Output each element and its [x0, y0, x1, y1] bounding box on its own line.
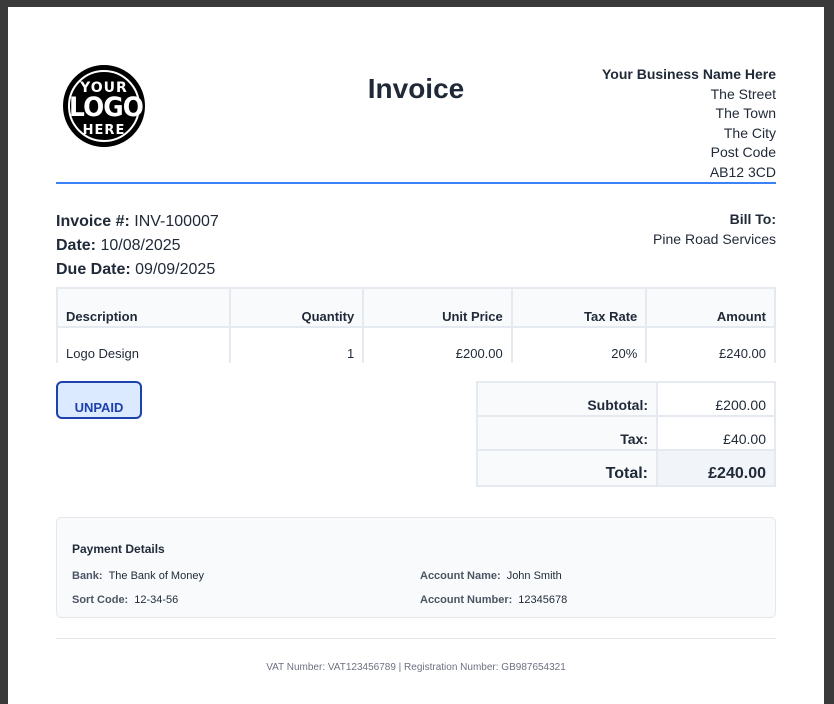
- total-row: Total: £240.00: [476, 449, 776, 487]
- invoice-number-label: Invoice #:: [56, 213, 130, 230]
- business-city: The City: [723, 124, 776, 141]
- total-value: £240.00: [656, 449, 776, 487]
- due-date-label: Due Date:: [56, 261, 131, 278]
- business-street: The Street: [710, 85, 776, 102]
- account-number-value: 12345678: [518, 594, 568, 606]
- subtotal-row: Subtotal: £200.00: [476, 381, 776, 417]
- table-row: Logo Design 1 £200.00 20% £240.00: [56, 326, 776, 363]
- table-header-row: Description Quantity Unit Price Tax Rate…: [56, 287, 776, 328]
- line-items-table: Description Quantity Unit Price Tax Rate…: [56, 287, 776, 363]
- header-tax-rate: Tax Rate: [510, 287, 648, 328]
- subtotal-value: £200.00: [656, 381, 776, 417]
- cell-description: Logo Design: [56, 326, 231, 363]
- bill-to: Bill To: Pine Road Services: [653, 209, 776, 249]
- header-description: Description: [56, 287, 231, 328]
- bill-to-name: Pine Road Services: [653, 231, 776, 247]
- totals-table: Subtotal: £200.00 Tax: £40.00 Total: £24…: [476, 381, 776, 487]
- account-name-label: Account Name:: [420, 570, 501, 582]
- account-name-field: Account Name: John Smith: [420, 570, 562, 582]
- status-badge: UNPAID: [56, 381, 142, 419]
- business-address: Your Business Name Here The Street The T…: [602, 65, 776, 183]
- header-amount: Amount: [645, 287, 776, 328]
- account-number-label: Account Number:: [420, 594, 513, 606]
- tax-label: Tax:: [476, 415, 658, 451]
- logo-text-middle: LOGO: [69, 92, 144, 123]
- bank-label: Bank:: [72, 570, 103, 582]
- header-unit-price: Unit Price: [362, 287, 513, 328]
- header-quantity: Quantity: [228, 287, 365, 328]
- invoice-page: YOUR LOGO HERE Invoice Your Business Nam…: [8, 7, 824, 704]
- subtotal-label: Subtotal:: [476, 381, 658, 417]
- footer-divider: [56, 638, 776, 639]
- business-postcode: AB12 3CD: [709, 163, 776, 180]
- cell-amount: £240.00: [645, 326, 776, 363]
- business-postcode-label: Post Code: [710, 144, 776, 161]
- cell-quantity: 1: [228, 326, 365, 363]
- invoice-date-label: Date:: [56, 237, 97, 254]
- total-label: Total:: [476, 449, 658, 487]
- cell-unit-price: £200.00: [362, 326, 513, 363]
- bank-field: Bank: The Bank of Money: [72, 570, 204, 582]
- header-divider: [56, 182, 776, 184]
- payment-heading: Payment Details: [72, 542, 165, 556]
- invoice-meta: Invoice #: INV-100007 Date: 10/08/2025 D…: [56, 210, 219, 282]
- business-town: The Town: [715, 105, 776, 122]
- invoice-date: 10/08/2025: [100, 237, 181, 254]
- tax-value: £40.00: [656, 415, 776, 451]
- business-name: Your Business Name Here: [601, 66, 776, 82]
- cell-tax-rate: 20%: [510, 326, 648, 363]
- invoice-title: Invoice: [367, 73, 465, 104]
- payment-details: Payment Details Bank: The Bank of Money S…: [56, 517, 776, 618]
- company-logo: YOUR LOGO HERE: [63, 65, 145, 147]
- logo-text-bottom: HERE: [82, 123, 126, 138]
- account-name-value: John Smith: [506, 570, 562, 582]
- tax-row: Tax: £40.00: [476, 415, 776, 451]
- sort-code-label: Sort Code:: [72, 594, 129, 606]
- sort-code-field: Sort Code: 12-34-56: [72, 594, 178, 606]
- due-date: 09/09/2025: [135, 261, 216, 278]
- bill-to-label: Bill To:: [729, 211, 776, 227]
- bank-value: The Bank of Money: [108, 570, 204, 582]
- invoice-number: INV-100007: [134, 213, 219, 230]
- sort-code-value: 12-34-56: [134, 594, 179, 606]
- footer-text: VAT Number: VAT123456789 | Registration …: [266, 662, 566, 673]
- account-number-field: Account Number: 12345678: [420, 594, 567, 606]
